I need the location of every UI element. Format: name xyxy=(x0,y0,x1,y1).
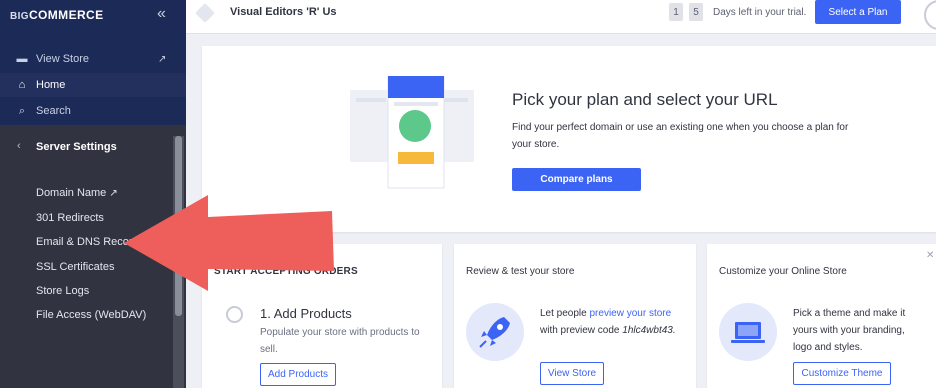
customize-theme-button[interactable]: Customize Theme xyxy=(793,362,891,385)
search-icon: ⌕ xyxy=(18,104,26,117)
plan-illustration-icon xyxy=(350,76,474,189)
card-title: Review & test your store xyxy=(466,266,575,277)
sidebar-item-301-redirects[interactable]: 301 Redirects xyxy=(36,212,104,224)
step-title: 1. Add Products xyxy=(260,306,352,321)
top-bar: Visual Editors 'R' Us 1 5 Days left in y… xyxy=(186,0,936,34)
sidebar-item-home[interactable]: ⌂ Home xyxy=(0,73,186,97)
sidebar-item-webdav[interactable]: File Access (WebDAV) xyxy=(36,309,146,321)
sidebar-item-domain-name[interactable]: Domain Name ↗ xyxy=(36,187,118,199)
sidebar-item-search[interactable]: ⌕ Search xyxy=(0,99,186,123)
store-icon: ▬ xyxy=(16,53,28,65)
trial-text: Days left in your trial. xyxy=(713,7,807,18)
collapse-sidebar-icon[interactable]: « xyxy=(157,5,166,23)
rocket-icon xyxy=(466,303,524,361)
card-text: Let people preview your store with previ… xyxy=(540,308,676,336)
sidebar-item-label: View Store xyxy=(36,53,89,65)
external-link-icon: ↗ xyxy=(158,53,167,65)
select-plan-button[interactable]: Select a Plan xyxy=(815,0,901,24)
tag-icon xyxy=(195,3,215,23)
step-description: Populate your store with products to sel… xyxy=(260,327,420,355)
bigcommerce-logo[interactable]: BIGCOMMERCE xyxy=(10,8,104,22)
section-title: Server Settings xyxy=(36,141,117,153)
sidebar-item-ssl[interactable]: SSL Certificates xyxy=(36,261,114,273)
sidebar: BIGCOMMERCE « ▬ View Store ↗ ⌂ Home ⌕ Se… xyxy=(0,0,186,388)
external-link-icon: ↗ xyxy=(109,188,118,199)
sidebar-item-label: Search xyxy=(36,105,71,117)
home-icon: ⌂ xyxy=(18,79,26,91)
review-test-card: Review & test your store Let people prev… xyxy=(454,244,696,388)
sidebar-item-store-logs[interactable]: Store Logs xyxy=(36,285,89,297)
card-title: Customize your Online Store xyxy=(719,266,847,277)
step-checkbox-icon[interactable] xyxy=(226,306,243,323)
close-icon[interactable]: ✕ xyxy=(926,250,934,261)
annotation-arrow-icon xyxy=(124,195,334,291)
sidebar-item-view-store[interactable]: ▬ View Store ↗ xyxy=(0,47,186,71)
preview-store-link[interactable]: preview your store xyxy=(590,308,672,319)
hero-description: Find your perfect domain or use an exist… xyxy=(512,122,849,150)
trial-days-digit: 1 xyxy=(669,3,683,21)
store-name: Visual Editors 'R' Us xyxy=(230,6,337,18)
customize-store-card: Customize your Online Store Pick a theme… xyxy=(707,244,936,388)
hero-title: Pick your plan and select your URL xyxy=(512,90,778,109)
view-store-button[interactable]: View Store xyxy=(540,362,604,385)
add-products-button[interactable]: Add Products xyxy=(260,363,336,386)
trial-days-digit: 5 xyxy=(689,3,703,21)
preview-code: 1hlc4wbt43. xyxy=(622,325,676,336)
compare-plans-button[interactable]: Compare plans xyxy=(512,168,641,191)
back-chevron-icon[interactable]: ‹ xyxy=(17,140,21,152)
sidebar-item-label: Home xyxy=(36,79,66,91)
laptop-icon xyxy=(719,303,777,361)
card-text: Pick a theme and make it yours with your… xyxy=(793,308,906,353)
avatar[interactable] xyxy=(924,0,936,30)
